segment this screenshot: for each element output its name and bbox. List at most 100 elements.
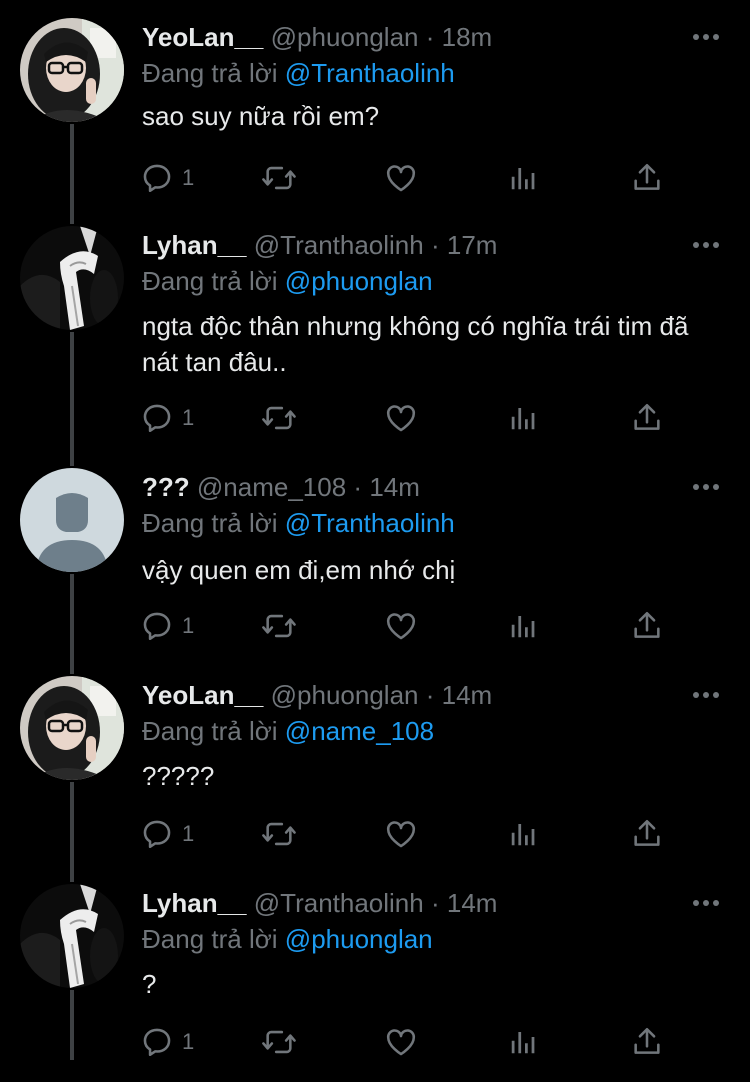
reply-count: 1 (182, 405, 195, 430)
tweet-header: ??? @name_108 · 14m (142, 470, 420, 504)
timestamp[interactable]: 17m (447, 230, 498, 260)
upload-share-icon (634, 163, 660, 190)
reply-count: 1 (182, 165, 195, 190)
upload-share-icon (634, 819, 660, 846)
separator-dot: · (430, 230, 440, 260)
analytics-button[interactable] (508, 608, 538, 644)
tweet-text: vậy quen em đi,em nhớ chị (142, 555, 456, 585)
user-handle[interactable]: @phuonglan (271, 680, 419, 710)
speech-bubble-icon (143, 1028, 171, 1057)
avatar[interactable] (20, 884, 124, 988)
replying-to: Đang trả lời @name_108 (142, 714, 434, 748)
speech-bubble-icon (143, 820, 171, 849)
share-button[interactable] (630, 160, 664, 196)
like-button[interactable] (384, 400, 418, 436)
like-button[interactable] (384, 608, 418, 644)
tweet-header: YeoLan__ @phuonglan · 14m (142, 678, 492, 712)
bar-chart-icon (511, 824, 535, 846)
avatar[interactable] (20, 18, 124, 122)
more-options-button[interactable] (692, 886, 720, 920)
user-handle[interactable]: @Tranthaolinh (254, 888, 424, 918)
more-options-button[interactable] (692, 678, 720, 712)
heart-icon (386, 405, 416, 432)
like-button[interactable] (384, 816, 418, 852)
display-name[interactable]: YeoLan__ (142, 22, 263, 52)
tweet-header: Lyhan__ @Tranthaolinh · 14m (142, 886, 497, 920)
replying-to: Đang trả lời @Tranthaolinh (142, 506, 455, 540)
mention-link[interactable]: @phuonglan (285, 266, 433, 296)
more-options-button[interactable] (692, 470, 720, 504)
timestamp[interactable]: 14m (447, 888, 498, 918)
avatar[interactable] (20, 676, 124, 780)
speech-bubble-icon (143, 612, 171, 641)
analytics-button[interactable] (508, 816, 538, 852)
analytics-button[interactable] (508, 400, 538, 436)
user-handle[interactable]: @phuonglan (271, 22, 419, 52)
tweet-actions: 1 (140, 608, 700, 644)
reply-button[interactable]: 1 (140, 1024, 194, 1060)
separator-dot: · (425, 680, 435, 710)
reply-count: 1 (182, 1029, 195, 1054)
retweet-button[interactable] (260, 400, 298, 436)
share-button[interactable] (630, 400, 664, 436)
speech-bubble-icon (143, 404, 171, 433)
replying-to: Đang trả lời @Tranthaolinh (142, 56, 455, 90)
retweet-button[interactable] (260, 160, 298, 196)
more-dots-icon (693, 692, 719, 698)
tweet[interactable]: Lyhan__ @Tranthaolinh · 14m Đang trả lời… (0, 866, 750, 1082)
mention-link[interactable]: @Tranthaolinh (285, 58, 455, 88)
tweet-text: ? (142, 969, 157, 999)
retweet-button[interactable] (260, 816, 298, 852)
more-options-button[interactable] (692, 20, 720, 54)
more-options-button[interactable] (692, 228, 720, 262)
bar-chart-icon (511, 168, 535, 190)
retweet-arrows-icon (262, 166, 296, 190)
tweet-header: Lyhan__ @Tranthaolinh · 17m (142, 228, 497, 262)
display-name[interactable]: Lyhan__ (142, 888, 247, 918)
separator-dot: · (430, 888, 440, 918)
timestamp[interactable]: 14m (369, 472, 420, 502)
avatar[interactable] (20, 468, 124, 572)
display-name[interactable]: Lyhan__ (142, 230, 247, 260)
user-handle[interactable]: @name_108 (197, 472, 346, 502)
tweet[interactable]: Lyhan__ @Tranthaolinh · 17m Đang trả lời… (0, 208, 750, 450)
like-button[interactable] (384, 160, 418, 196)
mention-link[interactable]: @name_108 (285, 716, 434, 746)
reply-button[interactable]: 1 (140, 400, 194, 436)
display-name[interactable]: ??? (142, 472, 190, 502)
user-handle[interactable]: @Tranthaolinh (254, 230, 424, 260)
tweet-actions: 1 (140, 160, 700, 196)
tweet-text: ngta độc thân nhưng không có nghĩa trái … (142, 311, 689, 377)
analytics-button[interactable] (508, 1024, 538, 1060)
more-dots-icon (693, 484, 719, 490)
retweet-arrows-icon (262, 614, 296, 638)
like-button[interactable] (384, 1024, 418, 1060)
retweet-button[interactable] (260, 608, 298, 644)
tweet[interactable]: YeoLan__ @phuonglan · 14m Đang trả lời @… (0, 658, 750, 866)
avatar[interactable] (20, 226, 124, 330)
share-button[interactable] (630, 608, 664, 644)
retweet-button[interactable] (260, 1024, 298, 1060)
analytics-button[interactable] (508, 160, 538, 196)
tweet[interactable]: ??? @name_108 · 14m Đang trả lời @Tranth… (0, 450, 750, 658)
mention-link[interactable]: @phuonglan (285, 924, 433, 954)
bar-chart-icon (511, 616, 535, 638)
bar-chart-icon (511, 408, 535, 430)
retweet-arrows-icon (262, 1030, 296, 1054)
heart-icon (386, 165, 416, 192)
tweet[interactable]: YeoLan__ @phuonglan · 18m Đang trả lời @… (0, 0, 750, 208)
reply-count: 1 (182, 821, 195, 846)
reply-button[interactable]: 1 (140, 608, 194, 644)
separator-dot: · (353, 472, 363, 502)
timestamp[interactable]: 14m (442, 680, 493, 710)
reply-button[interactable]: 1 (140, 816, 194, 852)
share-button[interactable] (630, 816, 664, 852)
mention-link[interactable]: @Tranthaolinh (285, 508, 455, 538)
replying-to: Đang trả lời @phuonglan (142, 922, 433, 956)
share-button[interactable] (630, 1024, 664, 1060)
timestamp[interactable]: 18m (442, 22, 493, 52)
replying-to-label: Đang trả lời (142, 716, 278, 746)
heart-icon (386, 1029, 416, 1056)
display-name[interactable]: YeoLan__ (142, 680, 263, 710)
reply-button[interactable]: 1 (140, 160, 194, 196)
